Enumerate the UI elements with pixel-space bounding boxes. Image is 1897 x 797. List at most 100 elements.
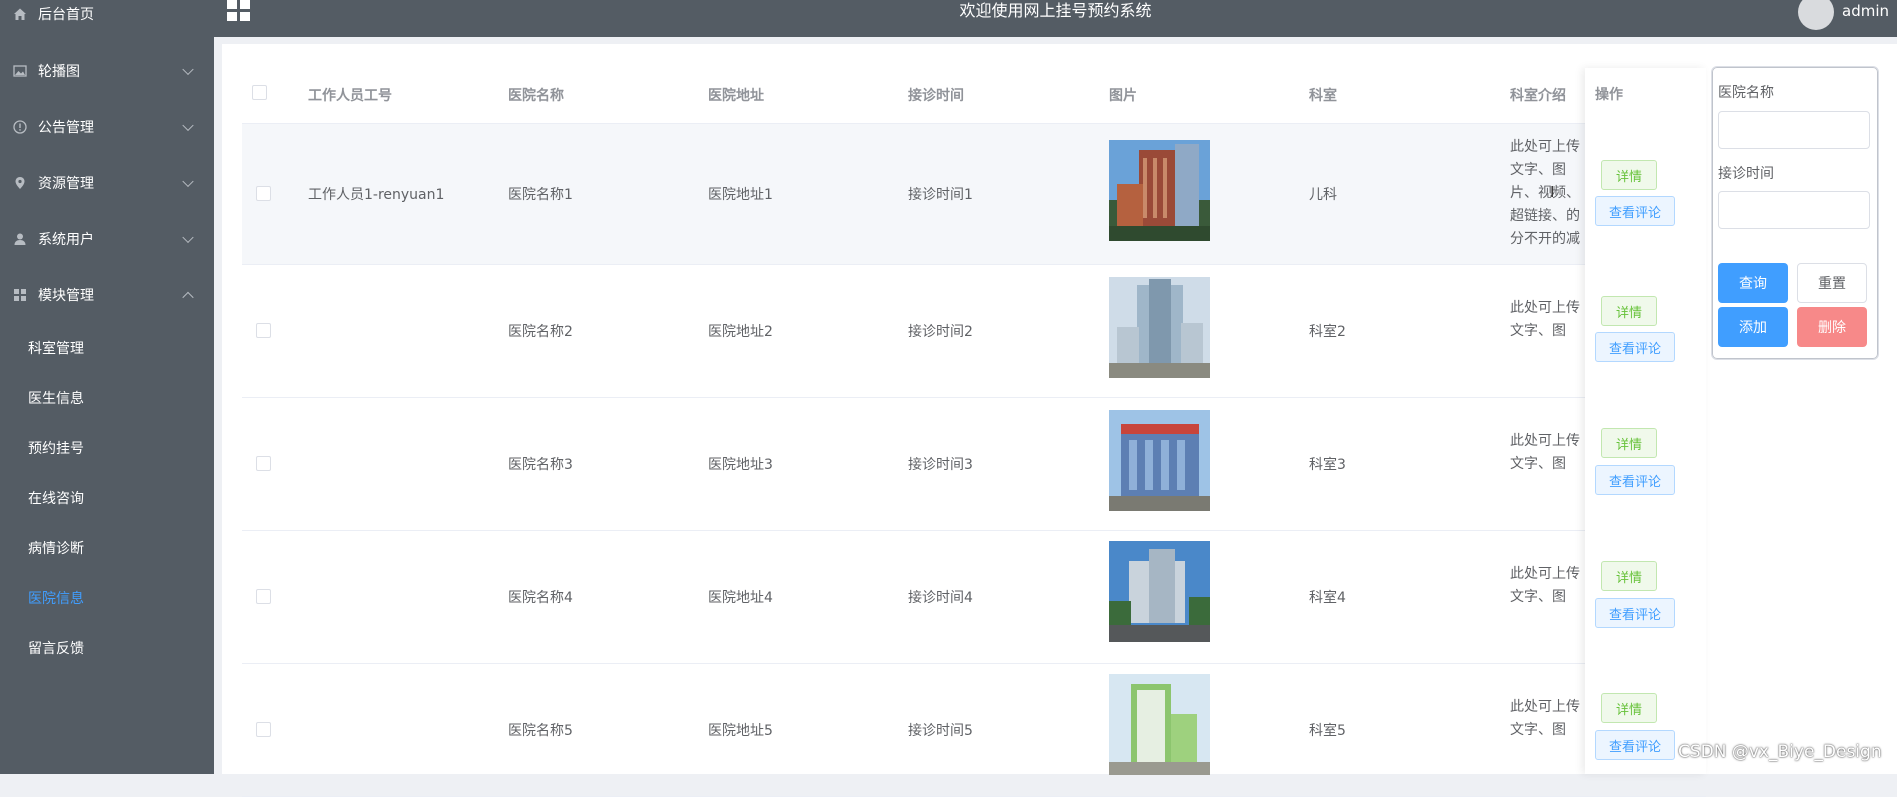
cell-reception-time: 接诊时间5 xyxy=(908,723,973,739)
view-review-button[interactable]: 查看评论 xyxy=(1595,730,1675,760)
submenu-consult[interactable]: 在线咨询 xyxy=(0,473,214,523)
table-row[interactable]: 医院名称2 医院地址2 接诊时间2 科室2 此处可上传文字、图片、视频、超链接、 xyxy=(242,265,1706,398)
menu-notice[interactable]: 公告管理 xyxy=(0,99,214,155)
row-checkbox[interactable] xyxy=(256,589,271,604)
menu-module-label: 模块管理 xyxy=(38,288,94,304)
chevron-down-icon xyxy=(182,175,194,188)
row-checkbox[interactable] xyxy=(256,456,271,471)
submenu-label: 预约挂号 xyxy=(28,441,84,457)
home-icon xyxy=(12,6,28,22)
col-hospital-address: 医院地址 xyxy=(708,88,764,104)
hospital-image[interactable] xyxy=(1109,277,1210,378)
cell-department-intro: 此处可上传文字、图片、视频、超链接、 xyxy=(1510,433,1580,472)
table-header: 工作人员工号 医院名称 医院地址 接诊时间 图片 科室 科室介绍 xyxy=(242,68,1706,124)
search-panel: 医院名称 接诊时间 查询 重置 添加 删除 xyxy=(1711,66,1879,360)
query-button[interactable]: 查询 xyxy=(1718,263,1788,303)
cell-department: 科室2 xyxy=(1309,324,1346,340)
detail-button[interactable]: 详情 xyxy=(1601,296,1657,326)
cell-department: 科室3 xyxy=(1309,457,1346,473)
select-all-checkbox[interactable] xyxy=(252,85,267,100)
col-department-intro: 科室介绍 xyxy=(1510,88,1566,104)
cell-department-intro: 此处可上传文字、图片、视频、超链接、的分不开的减 是快递费 个 快捷回复 xyxy=(1510,139,1580,247)
submenu-label: 病情诊断 xyxy=(28,541,84,557)
cell-hospital-name: 医院名称1 xyxy=(508,187,573,203)
row-checkbox[interactable] xyxy=(256,323,271,338)
cell-department-intro: 此处可上传文字、图片、视频、超链接、 xyxy=(1510,699,1580,738)
menu-home-label: 后台首页 xyxy=(38,7,94,23)
cell-hospital-address: 医院地址3 xyxy=(708,457,773,473)
cell-reception-time: 接诊时间2 xyxy=(908,324,973,340)
watermark: CSDN @vx_Biye_Design xyxy=(1678,742,1882,762)
reception-time-input[interactable] xyxy=(1718,191,1870,229)
user-name[interactable]: admin xyxy=(1842,2,1889,20)
location-icon xyxy=(12,175,28,191)
avatar[interactable] xyxy=(1798,0,1834,30)
cell-hospital-address: 医院地址4 xyxy=(708,590,773,606)
picture-icon xyxy=(12,63,28,79)
chevron-down-icon xyxy=(182,231,194,244)
col-staff-id: 工作人员工号 xyxy=(308,88,392,104)
row-checkbox[interactable] xyxy=(256,722,271,737)
menu-module[interactable]: 模块管理 xyxy=(0,267,214,323)
view-review-button[interactable]: 查看评论 xyxy=(1595,598,1675,628)
cell-hospital-name: 医院名称2 xyxy=(508,324,573,340)
info-icon xyxy=(12,119,28,135)
detail-button[interactable]: 详情 xyxy=(1601,428,1657,458)
hospital-image[interactable] xyxy=(1109,541,1210,642)
menu-home[interactable]: 后台首页 xyxy=(0,0,214,42)
detail-button[interactable]: 详情 xyxy=(1601,561,1657,591)
detail-button[interactable]: 详情 xyxy=(1601,160,1657,190)
view-review-button[interactable]: 查看评论 xyxy=(1595,196,1675,226)
system-title: 欢迎使用网上挂号预约系统 xyxy=(959,1,1152,20)
table-row[interactable]: 工作人员1-renyuan1 医院名称1 医院地址1 接诊时间1 儿科 此处可上… xyxy=(242,124,1706,265)
add-button[interactable]: 添加 xyxy=(1718,307,1788,347)
table-row[interactable]: 医院名称5 医院地址5 接诊时间5 科室5 此处可上传文字、图片、视频、超链接、 xyxy=(242,664,1706,797)
row-checkbox[interactable] xyxy=(256,186,271,201)
reset-button[interactable]: 重置 xyxy=(1797,263,1867,303)
submenu-feedback[interactable]: 留言反馈 xyxy=(0,623,214,673)
hospital-image[interactable] xyxy=(1109,674,1210,775)
hospital-name-input[interactable] xyxy=(1718,111,1870,149)
submenu-diagnosis[interactable]: 病情诊断 xyxy=(0,523,214,573)
col-department: 科室 xyxy=(1309,88,1337,104)
hospital-image[interactable] xyxy=(1109,410,1210,511)
chevron-down-icon xyxy=(182,63,194,76)
table-row[interactable]: 医院名称4 医院地址4 接诊时间4 科室4 此处可上传文字、图片、视频、超链接、 xyxy=(242,531,1706,664)
text-cursor-icon: I xyxy=(1550,183,1555,201)
cell-hospital-address: 医院地址2 xyxy=(708,324,773,340)
menu-grid-icon xyxy=(12,287,28,303)
cell-department-intro: 此处可上传文字、图片、视频、超链接、 xyxy=(1510,566,1580,605)
table-row[interactable]: 医院名称3 医院地址3 接诊时间3 科室3 此处可上传文字、图片、视频、超链接、 xyxy=(242,398,1706,531)
chevron-up-icon xyxy=(182,291,194,304)
cell-hospital-address: 医院地址1 xyxy=(708,187,773,203)
menu-resource[interactable]: 资源管理 xyxy=(0,155,214,211)
menu-system-user-label: 系统用户 xyxy=(38,232,94,248)
chevron-down-icon xyxy=(182,119,194,132)
menu-carousel-label: 轮播图 xyxy=(38,64,80,80)
view-review-button[interactable]: 查看评论 xyxy=(1595,332,1675,362)
cell-reception-time: 接诊时间4 xyxy=(908,590,973,606)
operation-column: 操作 详情 查看评论 详情 查看评论 详情 查看评论 详情 查看评论 详情 查看… xyxy=(1585,68,1706,774)
submenu-label: 医生信息 xyxy=(28,391,84,407)
delete-button[interactable]: 删除 xyxy=(1797,307,1867,347)
view-review-button[interactable]: 查看评论 xyxy=(1595,465,1675,495)
detail-button[interactable]: 详情 xyxy=(1601,693,1657,723)
top-header: 欢迎使用网上挂号预约系统 admin xyxy=(214,0,1897,37)
menu-carousel[interactable]: 轮播图 xyxy=(0,43,214,99)
submenu-department[interactable]: 科室管理 xyxy=(0,323,214,373)
col-reception-time: 接诊时间 xyxy=(908,88,964,104)
cell-reception-time: 接诊时间1 xyxy=(908,187,973,203)
menu-system-user[interactable]: 系统用户 xyxy=(0,211,214,267)
cell-staff-id: 工作人员1-renyuan1 xyxy=(308,187,445,203)
submenu-doctor[interactable]: 医生信息 xyxy=(0,373,214,423)
col-operation: 操作 xyxy=(1595,87,1623,103)
menu-resource-label: 资源管理 xyxy=(38,176,94,192)
submenu-label: 留言反馈 xyxy=(28,641,84,657)
cell-department: 儿科 xyxy=(1309,187,1337,203)
submenu-hospital-info[interactable]: 医院信息 xyxy=(0,573,214,623)
cell-department-intro: 此处可上传文字、图片、视频、超链接、 xyxy=(1510,300,1580,339)
hospital-image[interactable] xyxy=(1109,140,1210,241)
submenu-appointment[interactable]: 预约挂号 xyxy=(0,423,214,473)
cell-hospital-name: 医院名称4 xyxy=(508,590,573,606)
cell-hospital-name: 医院名称5 xyxy=(508,723,573,739)
